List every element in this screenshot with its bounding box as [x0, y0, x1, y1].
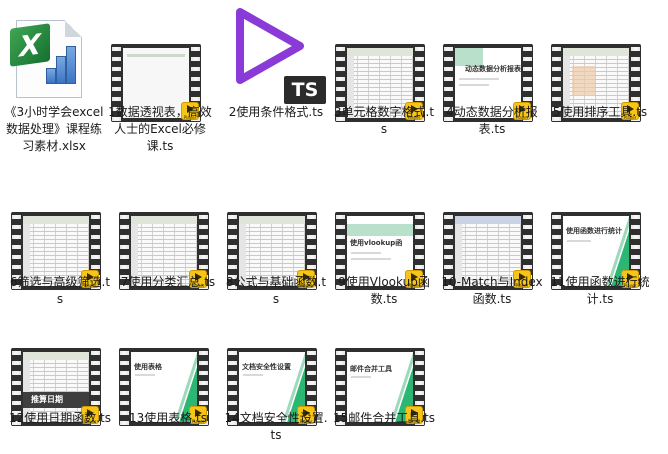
file-label: 11使用函数进行统计.ts: [550, 275, 650, 306]
file-label: 4动态数据分析报表.ts: [446, 105, 538, 136]
file-label: 5使用排序工具.ts: [552, 105, 648, 119]
file-label: 8公式与基础函数.ts: [225, 275, 327, 306]
file-label: 7使用分类汇总.ts: [120, 275, 216, 289]
file-label: 《3小时学会excel数据处理》课程练习素材.xlsx: [4, 105, 104, 153]
file-label: 13使用表格.ts: [128, 411, 208, 425]
file-label: 12使用日期函数.ts: [8, 411, 112, 425]
file-label: 9使用Vlookup函数.ts: [338, 275, 430, 306]
file-label: 14文档安全性设置.ts: [224, 411, 328, 442]
excel-icon: X: [2, 12, 106, 102]
ts-tag: TS: [284, 76, 326, 104]
file-label: 2使用条件格式.ts: [228, 105, 324, 119]
file-label: 3单元格数字格式.ts: [333, 105, 435, 136]
file-label: 1数据透视表，高效人士的Excel必修课.ts: [108, 105, 212, 153]
ts-icon: TS: [224, 6, 328, 106]
file-label: 6筛选与高级筛选.ts: [9, 275, 111, 306]
file-label: 15邮件合并工具.ts: [332, 411, 436, 425]
file-label: 10-Match与Index函数.ts: [441, 275, 543, 306]
